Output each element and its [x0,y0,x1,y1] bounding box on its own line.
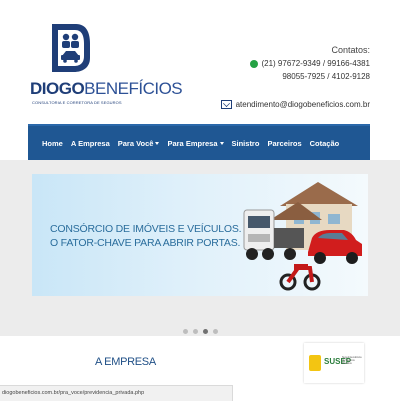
slide-line-2: O FATOR-CHAVE PARA ABRIR PORTAS. [50,237,241,249]
email-row[interactable]: atendimento@diogobeneficios.com.br [220,100,370,109]
main-nav: Home A Empresa Para Você Para Empresa Sinist… [28,124,370,160]
brand-tagline: CONSULTORIA E CORRETORA DE SEGUROS [32,100,122,105]
nav-item-label: Para Você [117,138,154,148]
susep-subtitle: Superintendência de Seguros Privados [342,356,362,365]
slide-line-1: CONSÓRCIO DE IMÓVEIS E VEÍCULOS. [50,223,242,235]
nav-item-label: Para Empresa [167,138,218,148]
susep-mark-icon [309,355,321,371]
slider-dot[interactable] [203,329,208,334]
brand-name: DIOGOBENEFÍCIOS [30,79,183,98]
chevron-down-icon [219,141,224,145]
contacts-title: Contatos: [331,45,370,55]
nav-item-label: Home [42,138,63,148]
brand-logo[interactable]: DIOGOBENEFÍCIOS CONSULTORIA E CORRETORA … [30,22,183,120]
chevron-down-icon [155,141,160,145]
phone-line-2[interactable]: 98055-7925 / 4102-9128 [250,70,370,83]
nav-item-label: A Empresa [70,138,110,148]
contacts-block: Contatos: (21) 97672-9349 / 99166-4381 9… [250,44,370,83]
nav-item-para-voc-[interactable]: Para Você [114,139,164,148]
nav-item-label: Sinistro [231,138,260,148]
nav-item-a-empresa[interactable]: A Empresa [67,139,114,148]
nav-item-parceiros[interactable]: Parceiros [263,139,305,148]
phone-line-1[interactable]: (21) 97672-9349 / 99166-4381 [261,57,370,70]
nav-item-para-empresa[interactable]: Para Empresa [163,139,227,148]
slider-dot[interactable] [193,329,198,334]
nav-item-label: Parceiros [267,138,302,148]
browser-status-bar: diogobeneficios.com.br/pra_voce/previden… [0,385,233,401]
whatsapp-icon [250,59,259,68]
slider-dot[interactable] [183,329,188,334]
mail-icon [220,100,232,109]
house-vehicles-illustration [243,182,362,291]
brand-name-light: BENEFÍCIOS [84,79,183,98]
nav-items: Home A Empresa Para Você Para Empresa Sinist… [38,126,343,160]
phone-row: (21) 97672-9349 / 99166-4381 [250,57,370,70]
shield-logo-icon [52,24,90,72]
nav-item-home[interactable]: Home [38,139,67,148]
slider-dot[interactable] [213,329,218,334]
hero-slide[interactable]: CONSÓRCIO DE IMÓVEIS E VEÍCULOS. O FATOR… [32,174,368,296]
susep-logo[interactable]: SUSEP Superintendência de Seguros Privad… [304,343,364,383]
brand-name-bold: DIOGO [30,79,85,98]
nav-item-label: Cotação [309,138,340,148]
nav-item-cota-o[interactable]: Cotação [306,139,344,148]
slider-dots [183,329,218,334]
nav-item-sinistro[interactable]: Sinistro [228,139,264,148]
email-link[interactable]: atendimento@diogobeneficios.com.br [236,100,370,109]
section-title: A EMPRESA [95,356,156,368]
slide-text: CONSÓRCIO DE IMÓVEIS E VEÍCULOS. O FATOR… [50,222,242,250]
